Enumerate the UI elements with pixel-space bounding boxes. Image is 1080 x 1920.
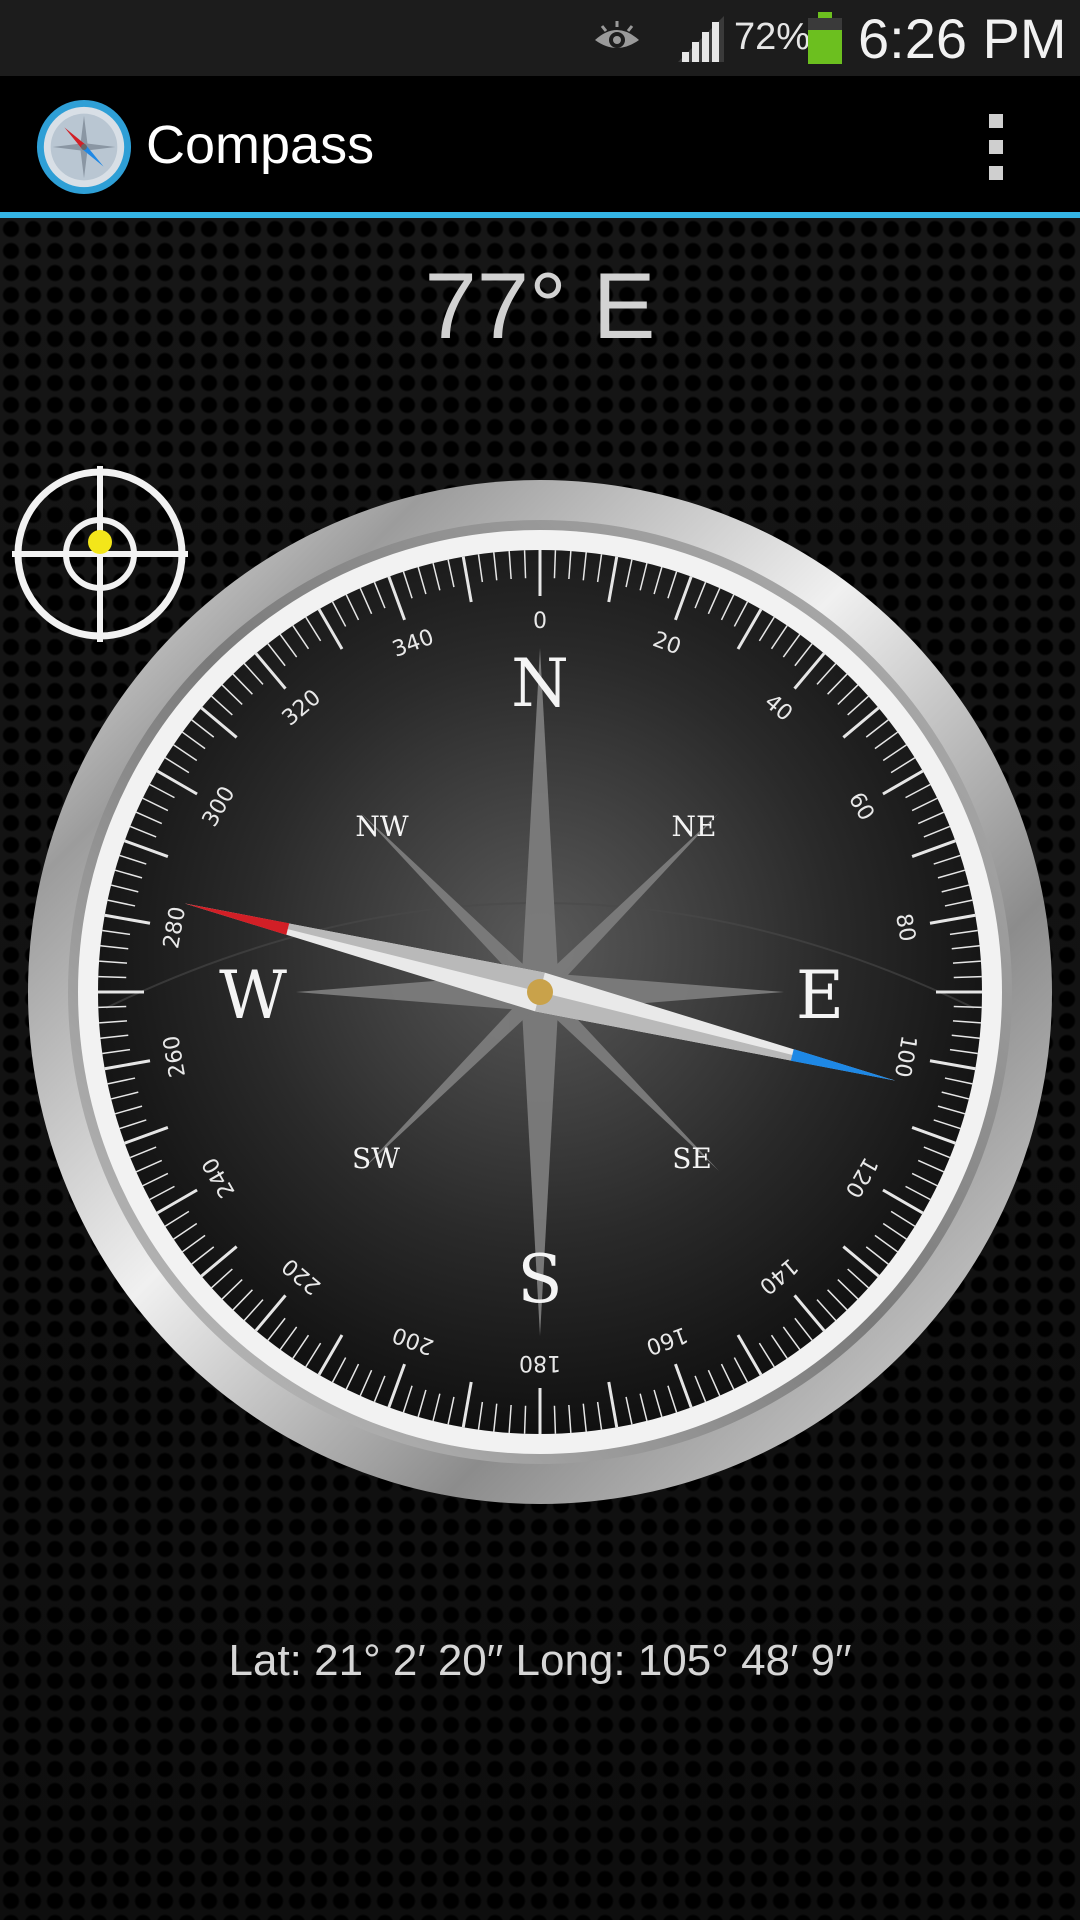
cardinal-n: N — [511, 645, 569, 722]
dial-tick — [98, 1005, 127, 1009]
eye-icon — [595, 21, 639, 48]
battery-percent: 72% — [734, 16, 811, 58]
level-bubble — [88, 530, 112, 554]
compass-app-icon — [36, 99, 132, 195]
dial-number: 80 — [890, 912, 919, 944]
location-coordinates: Lat: 21° 2′ 20′′ Long: 105° 48′ 9′′ — [228, 1636, 852, 1685]
signal-icon — [678, 16, 724, 62]
intercardinal-se: SE — [672, 1142, 712, 1175]
dial-tick — [953, 1005, 982, 1009]
battery-icon — [808, 12, 842, 64]
overflow-menu-icon — [989, 114, 1003, 128]
overflow-menu-button[interactable] — [974, 114, 1016, 180]
heading-readout: 77° E — [424, 253, 656, 358]
dial-tick — [98, 975, 127, 979]
intercardinal-nw: NW — [355, 810, 409, 843]
action-bar: Compass — [0, 76, 1080, 212]
intercardinal-ne: NE — [672, 810, 717, 843]
needle-pivot — [527, 979, 553, 1005]
dial-tick — [523, 1405, 527, 1434]
crosshair-icon[interactable] — [12, 466, 188, 642]
dial-tick — [523, 550, 527, 579]
clock: 6:26 PM — [858, 7, 1067, 70]
app-title: Compass — [146, 115, 375, 175]
status-bar: 72% 6:26 PM — [0, 0, 1080, 76]
cardinal-w: W — [219, 957, 287, 1034]
cardinal-s: S — [517, 1241, 562, 1318]
dial-number: 0 — [533, 609, 547, 634]
cardinal-e: E — [796, 957, 844, 1034]
dial-tick — [553, 1405, 557, 1434]
intercardinal-sw: SW — [352, 1142, 400, 1175]
dial-number: 180 — [519, 1350, 561, 1375]
dial-tick — [953, 975, 982, 979]
dial-tick — [553, 550, 557, 579]
